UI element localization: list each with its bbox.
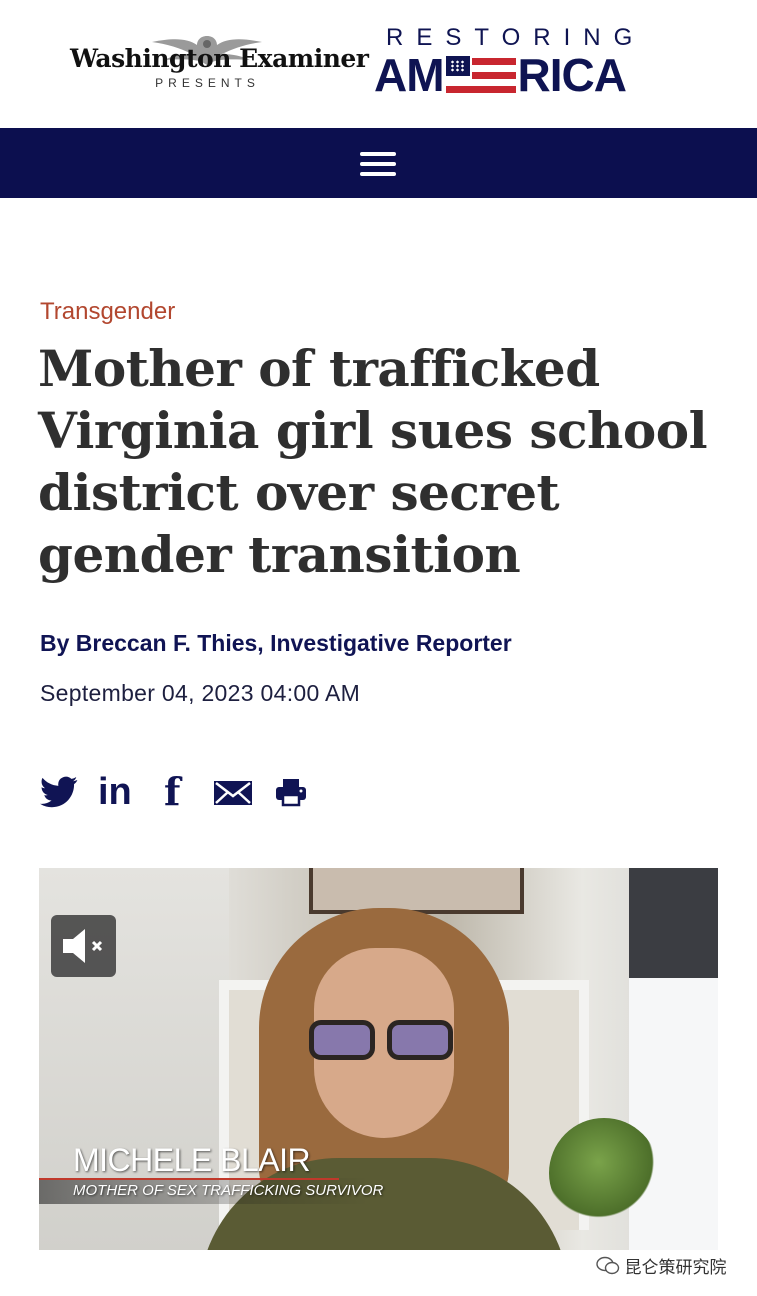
america-wordmark: AM RICA	[374, 52, 684, 98]
restoring-america-logo[interactable]: RESTORING AM RICA	[372, 24, 682, 104]
america-right: RICA	[517, 49, 627, 101]
presents-label: PRESENTS	[155, 76, 260, 90]
site-header: Washington Examiner PRESENTS RESTORING A…	[0, 0, 757, 128]
flag-e-icon	[445, 56, 516, 96]
twitter-icon[interactable]	[40, 770, 78, 814]
facebook-icon[interactable]: f	[164, 770, 188, 814]
publish-date: September 04, 2023 04:00 AM	[40, 680, 361, 706]
lower-third-name: MICHELE BLAIR	[73, 1142, 311, 1178]
hamburger-menu-icon[interactable]	[356, 150, 400, 178]
author-byline[interactable]: By Breccan F. Thies, Investigative Repor…	[40, 630, 512, 657]
washington-examiner-logo[interactable]: Washington Examiner PRESENTS	[70, 30, 369, 94]
article-category-link[interactable]: Transgender	[40, 298, 175, 326]
speaker-muted-icon	[63, 929, 103, 963]
watermark-text: 昆仑策研究院	[624, 1258, 727, 1277]
publisher-name: Washington Examiner	[70, 44, 369, 73]
america-left: AM	[374, 49, 445, 101]
lower-third: MICHELE BLAIR MOTHER OF SEX TRAFFICKING …	[39, 1140, 718, 1210]
wechat-icon	[596, 1256, 620, 1274]
lower-third-title: MOTHER OF SEX TRAFFICKING SURVIVOR	[73, 1182, 384, 1199]
restoring-label: RESTORING	[386, 24, 646, 51]
article-headline: Mother of trafficked Virginia girl sues …	[38, 339, 708, 584]
linkedin-icon[interactable]: in	[98, 770, 138, 814]
wechat-watermark: 昆仑策研究院	[596, 1253, 726, 1277]
email-icon[interactable]	[214, 770, 252, 814]
mute-toggle-button[interactable]	[51, 915, 116, 977]
video-player[interactable]: MICHELE BLAIR MOTHER OF SEX TRAFFICKING …	[39, 868, 718, 1250]
share-bar: in f	[38, 770, 338, 814]
print-icon[interactable]	[276, 770, 306, 814]
nav-bar	[0, 128, 757, 198]
